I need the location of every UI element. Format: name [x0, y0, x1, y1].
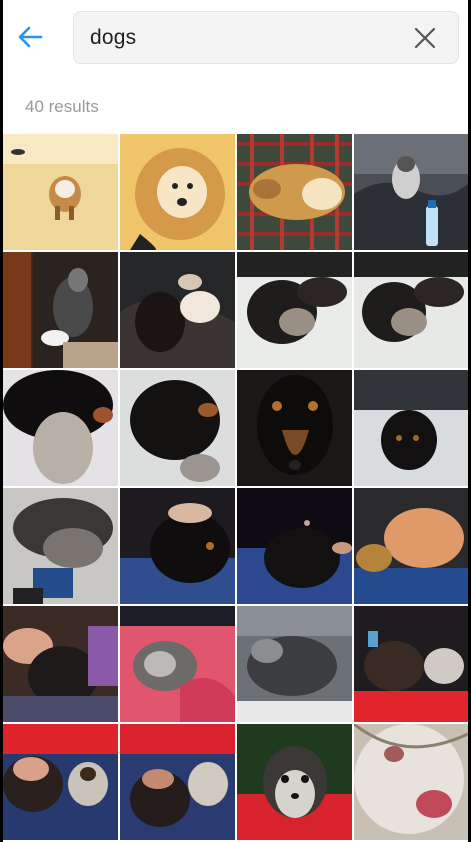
- photo-thumbnail-15[interactable]: [237, 488, 352, 604]
- photo-grid: [3, 134, 468, 840]
- photo-thumbnail-3[interactable]: [237, 134, 352, 250]
- photo-thumbnail-19[interactable]: [237, 606, 352, 722]
- photo-thumbnail-13[interactable]: [3, 488, 118, 604]
- search-header: dogs: [3, 0, 468, 80]
- photo-thumbnail-4[interactable]: [354, 134, 468, 250]
- photo-thumbnail-21[interactable]: [3, 724, 118, 840]
- photo-thumbnail-7[interactable]: [237, 252, 352, 368]
- photo-thumbnail-14[interactable]: [120, 488, 235, 604]
- close-icon[interactable]: [412, 25, 438, 51]
- photo-thumbnail-20[interactable]: [354, 606, 468, 722]
- photo-thumbnail-22[interactable]: [120, 724, 235, 840]
- back-arrow-icon[interactable]: [15, 22, 45, 52]
- search-input[interactable]: dogs: [73, 11, 459, 64]
- photo-thumbnail-1[interactable]: [3, 134, 118, 250]
- search-query-text[interactable]: dogs: [90, 26, 136, 50]
- results-count: 40 results: [25, 97, 99, 116]
- photo-thumbnail-9[interactable]: [3, 370, 118, 486]
- photo-thumbnail-11[interactable]: [237, 370, 352, 486]
- photo-thumbnail-12[interactable]: [354, 370, 468, 486]
- photo-thumbnail-8[interactable]: [354, 252, 468, 368]
- photo-thumbnail-18[interactable]: [120, 606, 235, 722]
- photo-thumbnail-24[interactable]: [354, 724, 468, 840]
- photo-thumbnail-23[interactable]: [237, 724, 352, 840]
- app-frame: dogs 40 results: [3, 0, 468, 842]
- photo-thumbnail-17[interactable]: [3, 606, 118, 722]
- photo-thumbnail-2[interactable]: [120, 134, 235, 250]
- photo-thumbnail-10[interactable]: [120, 370, 235, 486]
- photo-thumbnail-6[interactable]: [120, 252, 235, 368]
- photo-thumbnail-16[interactable]: [354, 488, 468, 604]
- photo-thumbnail-5[interactable]: [3, 252, 118, 368]
